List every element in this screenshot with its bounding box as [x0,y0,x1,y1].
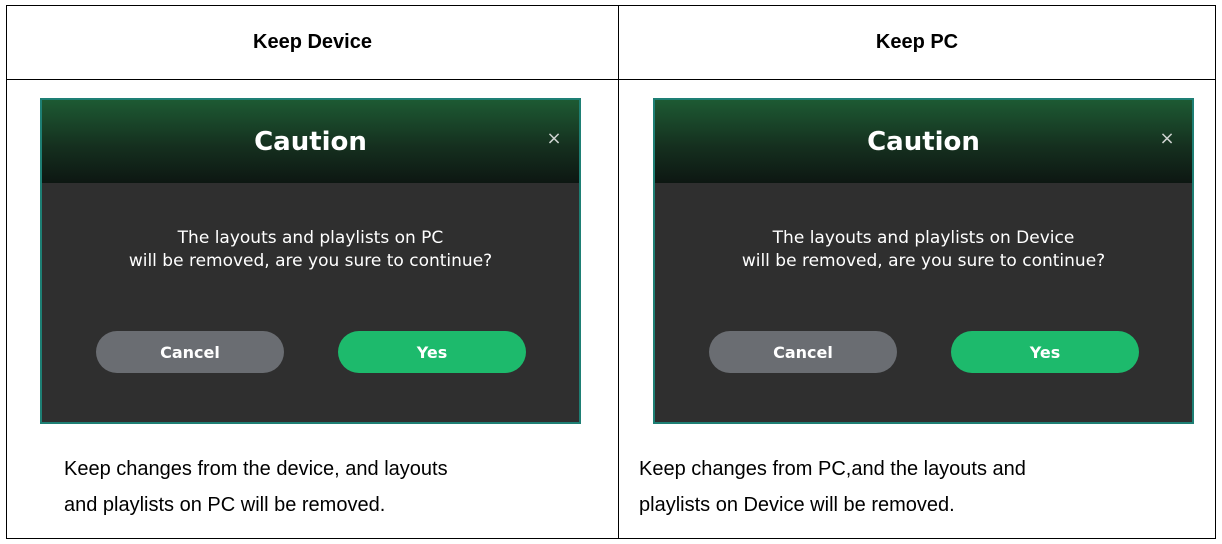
caption: Keep changes from PC,and the layouts and… [639,451,1199,523]
dialog-message-line: The layouts and playlists on Device [772,228,1075,248]
close-icon[interactable]: × [543,128,565,150]
caption-line: playlists on Device will be removed. [639,494,955,516]
caption-line: Keep changes from PC,and the layouts and [639,458,1026,480]
column-header: Keep PC [875,31,959,53]
column-keep-pc: Keep PC Caution × The layouts and playli… [619,6,1215,538]
cancel-button[interactable]: Cancel [709,331,897,373]
column-header: Keep Device [253,31,372,53]
dialog-message: The layouts and playlists on Device will… [655,227,1192,273]
dialog-title: Caution [254,126,367,157]
close-icon[interactable]: × [1156,128,1178,150]
dialog-message-line: will be removed, are you sure to continu… [128,251,493,271]
caption-line: and playlists on PC will be removed. [64,494,386,516]
dialog-message: The layouts and playlists on PC will be … [42,227,579,273]
column-keep-device: Keep Device Caution × The layouts and pl… [7,6,618,538]
dialog-message-line: will be removed, are you sure to continu… [741,251,1106,271]
caution-dialog: Caution × The layouts and playlists on D… [653,98,1194,424]
cancel-button[interactable]: Cancel [96,331,284,373]
caption: Keep changes from the device, and layout… [64,451,584,523]
yes-button[interactable]: Yes [338,331,526,373]
dialog-title: Caution [867,126,980,157]
comparison-table: Keep Device Caution × The layouts and pl… [6,5,1216,539]
dialog-message-line: The layouts and playlists on PC [177,228,444,248]
caution-dialog: Caution × The layouts and playlists on P… [40,98,581,424]
caption-line: Keep changes from the device, and layout… [64,458,448,480]
yes-button[interactable]: Yes [951,331,1139,373]
